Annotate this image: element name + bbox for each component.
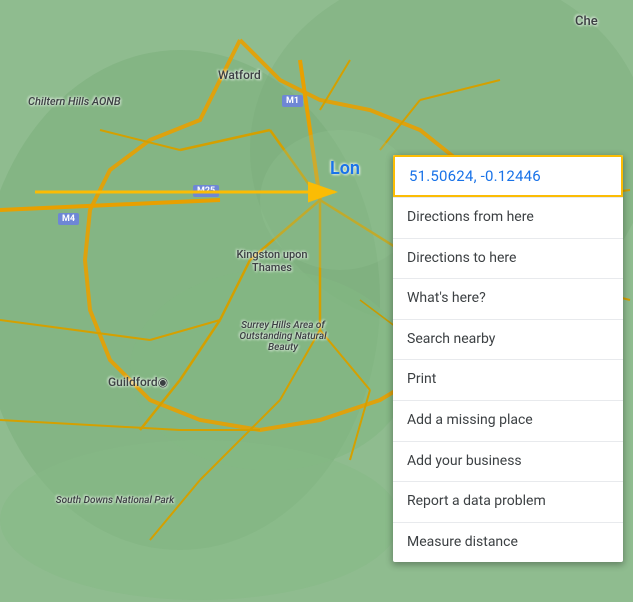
whats-here-button[interactable]: What's here? [393, 278, 623, 319]
directions-from-button[interactable]: Directions from here [393, 197, 623, 238]
add-missing-place-button[interactable]: Add a missing place [393, 400, 623, 441]
context-menu: 51.50624, -0.12446 Directions from here … [393, 155, 623, 562]
measure-distance-button[interactable]: Measure distance [393, 522, 623, 563]
print-button[interactable]: Print [393, 359, 623, 400]
search-nearby-button[interactable]: Search nearby [393, 319, 623, 360]
coordinates-display[interactable]: 51.50624, -0.12446 [393, 155, 623, 197]
map-arrow [25, 170, 375, 220]
report-problem-button[interactable]: Report a data problem [393, 481, 623, 522]
map-container: Chiltern Hills AONB Watford Lon Che King… [0, 0, 633, 602]
add-business-button[interactable]: Add your business [393, 441, 623, 482]
directions-to-button[interactable]: Directions to here [393, 238, 623, 279]
